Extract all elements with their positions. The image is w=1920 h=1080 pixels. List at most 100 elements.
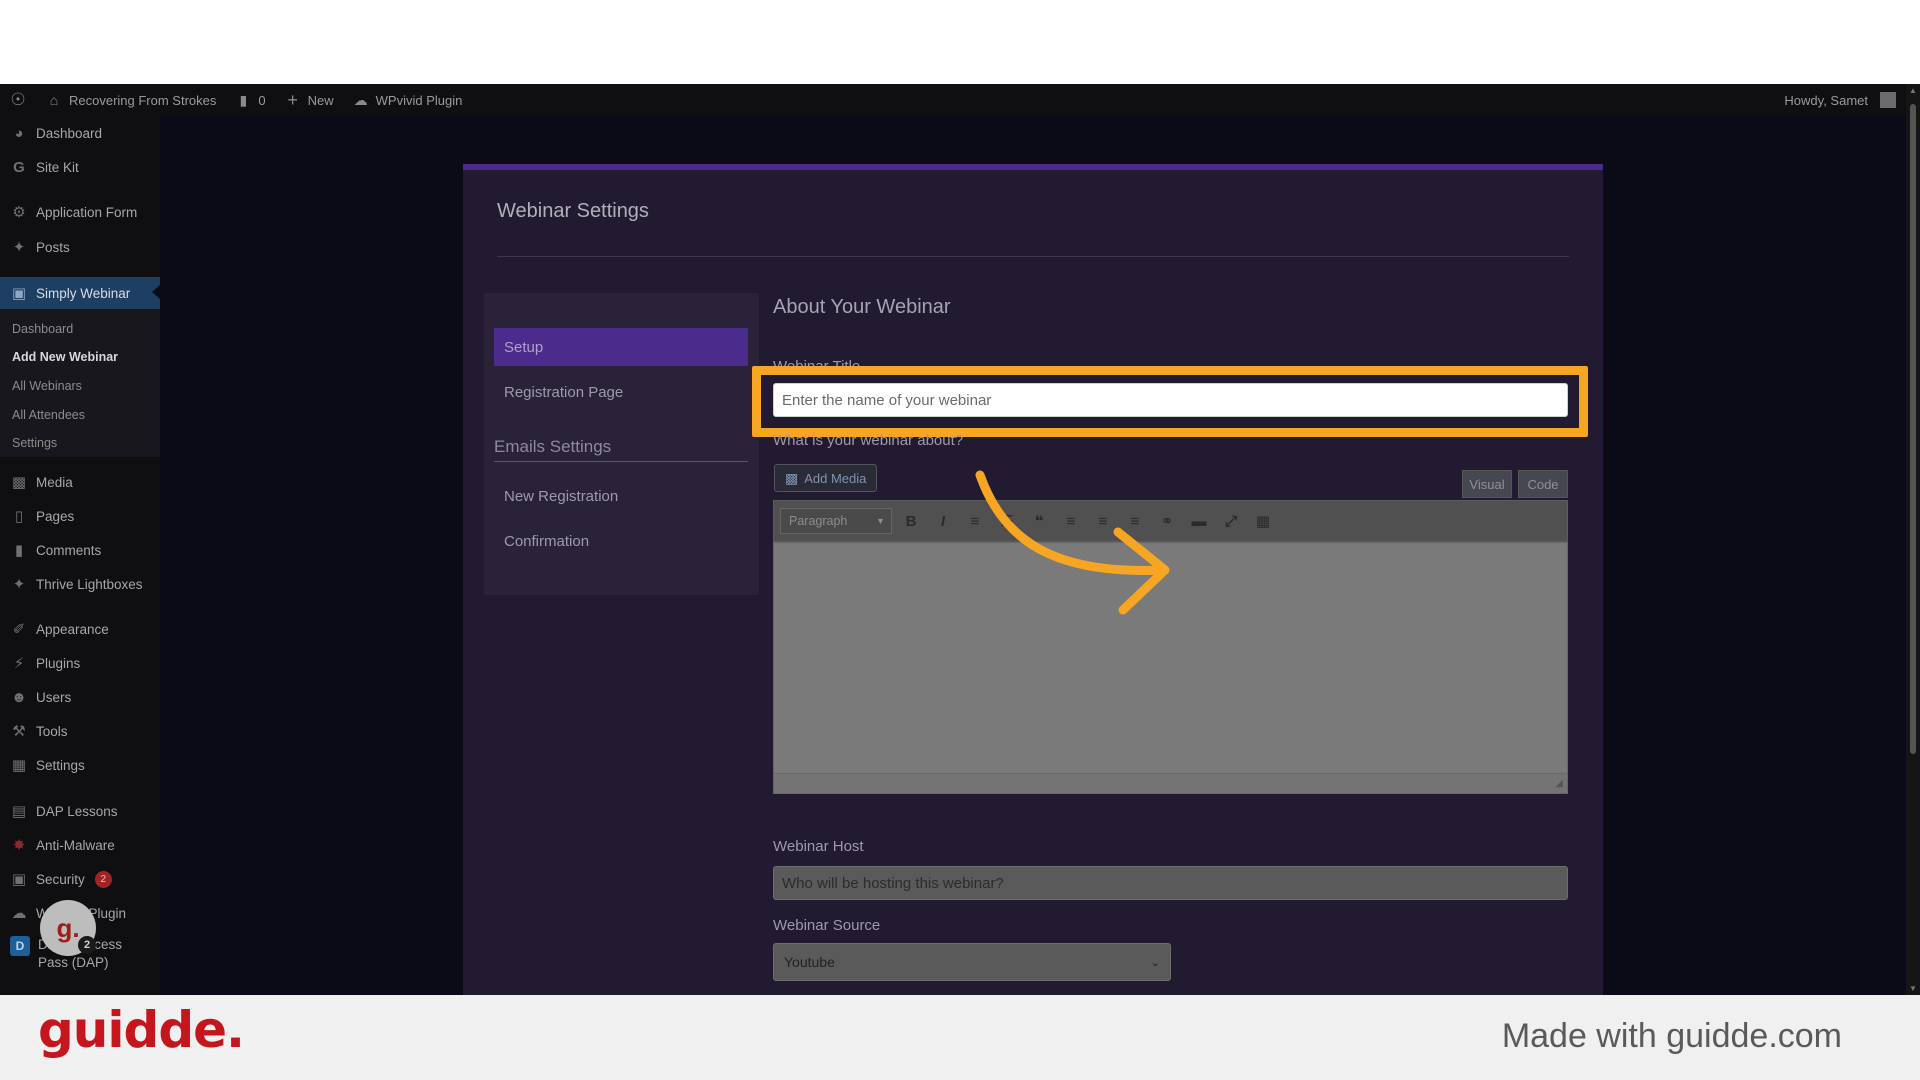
menu-site-kit[interactable]: G Site Kit	[0, 152, 160, 182]
wpvivid-label: WPvivid Plugin	[375, 92, 463, 108]
scroll-down-icon[interactable]: ▼	[1908, 984, 1918, 993]
panel-title: Webinar Settings	[497, 200, 649, 222]
submenu-all-webinars[interactable]: All Webinars	[12, 379, 82, 393]
menu-posts[interactable]: ✦ Posts	[0, 232, 160, 262]
webinar-icon: ▣	[11, 285, 27, 302]
toolbar-toggle-icon[interactable]: ▦	[1250, 508, 1276, 534]
menu-label: Appearance	[36, 621, 109, 637]
menu-label: Posts	[36, 239, 70, 255]
tab-code[interactable]: Code	[1518, 470, 1568, 498]
menu-appearance[interactable]: ✐ Appearance	[0, 614, 160, 644]
wp-logo-button[interactable]: ☉	[0, 84, 36, 116]
avatar-letter: g.	[56, 912, 80, 943]
italic-icon[interactable]: I	[930, 508, 956, 534]
menu-comments[interactable]: ▮ Comments	[0, 535, 160, 565]
menu-thrive-lightboxes[interactable]: ✦ Thrive Lightboxes	[0, 569, 160, 599]
menu-label: Simply Webinar	[36, 285, 131, 301]
align-left-icon[interactable]: ≡	[1058, 508, 1084, 534]
blockquote-icon[interactable]: ❝	[1026, 508, 1052, 534]
made-with-text: Made with guidde.com	[1501, 1017, 1842, 1055]
add-media-label: Add Media	[804, 470, 867, 486]
greeting-label: Howdy, Samet	[1784, 92, 1868, 108]
menu-security[interactable]: ▣ Security 2	[0, 864, 160, 894]
window-scrollbar[interactable]: ▲ ▼	[1906, 84, 1920, 995]
subnav-setup[interactable]: Setup	[494, 328, 748, 366]
align-center-icon[interactable]: ≡	[1090, 508, 1116, 534]
dashboard-icon: ◕	[14, 124, 24, 142]
editor-toolbar: Paragraph ▼ B I ≡ ☰ ❝ ≡ ≡ ≡ ⚭ ▬ ⤢ ▦	[773, 500, 1568, 542]
source-value: Youtube	[784, 954, 835, 970]
comment-icon: ▮	[14, 542, 24, 559]
menu-application-form[interactable]: ⚙ Application Form	[0, 197, 160, 227]
new-content-link[interactable]: + New	[275, 84, 343, 116]
avatar-count: 2	[78, 936, 96, 954]
webinar-title-input[interactable]	[773, 383, 1568, 417]
chevron-down-icon: ⌄	[1150, 956, 1160, 969]
wpvivid-link[interactable]: ☁ WPvivid Plugin	[343, 84, 472, 116]
submenu-all-attendees[interactable]: All Attendees	[12, 408, 85, 422]
bullet-list-icon[interactable]: ≡	[962, 508, 988, 534]
menu-label: Pages	[36, 508, 75, 524]
align-right-icon[interactable]: ≡	[1122, 508, 1148, 534]
wrench-icon: ⚒	[12, 723, 26, 740]
link-icon[interactable]: ⚭	[1154, 508, 1180, 534]
pages-icon: ▯	[14, 508, 24, 525]
admin-sidebar: ◕ Dashboard G Site Kit ⚙ Application For…	[0, 116, 160, 995]
plug-icon: ⚡	[13, 655, 25, 672]
scrollbar-thumb[interactable]	[1910, 104, 1916, 754]
content-editor[interactable]: ◢	[773, 542, 1568, 794]
media-icon: ▩	[11, 474, 27, 491]
guidde-footer: guidde. Made with guidde.com	[0, 995, 1920, 1080]
home-icon: ⌂	[49, 92, 59, 108]
wordpress-icon: ☉	[10, 90, 26, 109]
editor-statusbar	[774, 773, 1567, 793]
bold-icon[interactable]: B	[898, 508, 924, 534]
guidde-logo: guidde.	[38, 1001, 245, 1059]
menu-label: DAP Lessons	[36, 803, 118, 819]
numbered-list-icon[interactable]: ☰	[994, 508, 1020, 534]
submenu-settings[interactable]: Settings	[12, 436, 57, 450]
emails-settings-heading: Emails Settings	[494, 437, 748, 462]
menu-tools[interactable]: ⚒ Tools	[0, 716, 160, 746]
menu-anti-malware[interactable]: ✸ Anti-Malware	[0, 830, 160, 860]
paragraph-format-select[interactable]: Paragraph ▼	[780, 508, 892, 534]
add-media-button[interactable]: ▩ Add Media	[774, 464, 878, 492]
fullscreen-icon[interactable]: ⤢	[1218, 508, 1244, 534]
pin-icon: ✦	[12, 576, 26, 593]
submenu-dashboard[interactable]: Dashboard	[12, 322, 73, 336]
comments-link[interactable]: ▮ 0	[225, 84, 274, 116]
webinar-source-select[interactable]: Youtube ⌄	[773, 943, 1171, 981]
subnav-registration-page[interactable]: Registration Page	[494, 373, 748, 411]
menu-users[interactable]: ☻ Users	[0, 682, 160, 712]
menu-plugins[interactable]: ⚡ Plugins	[0, 648, 160, 678]
menu-label: Settings	[36, 757, 85, 773]
subnav-confirmation[interactable]: Confirmation	[494, 522, 748, 560]
new-label: New	[307, 92, 334, 108]
webinar-settings-panel: Webinar Settings Setup Registration Page…	[463, 164, 1603, 995]
site-name-link[interactable]: ⌂ Recovering From Strokes	[36, 84, 225, 116]
submenu-add-new-webinar[interactable]: Add New Webinar	[12, 350, 118, 364]
menu-label: Dashboard	[36, 125, 103, 141]
current-menu-arrow	[152, 285, 160, 299]
menu-dashboard[interactable]: ◕ Dashboard	[0, 118, 160, 148]
tab-visual[interactable]: Visual	[1462, 470, 1512, 498]
menu-label: Tools	[36, 723, 68, 739]
menu-media[interactable]: ▩ Media	[0, 467, 160, 497]
menu-label: Site Kit	[36, 159, 79, 175]
webinar-about-label: What is your webinar about?	[773, 432, 964, 449]
menu-pages[interactable]: ▯ Pages	[0, 501, 160, 531]
scroll-up-icon[interactable]: ▲	[1908, 86, 1918, 95]
menu-simply-webinar[interactable]: ▣ Simply Webinar	[0, 277, 160, 309]
webinar-host-input[interactable]	[773, 866, 1568, 900]
media-icon: ▩	[785, 469, 799, 486]
resize-handle-icon[interactable]: ◢	[1555, 778, 1563, 789]
site-name-label: Recovering From Strokes	[69, 92, 217, 108]
account-menu[interactable]: Howdy, Samet	[1775, 84, 1920, 116]
top-margin	[0, 0, 1920, 84]
read-more-icon[interactable]: ▬	[1186, 508, 1212, 534]
subnav-new-registration[interactable]: New Registration	[494, 477, 748, 515]
menu-settings[interactable]: ▦ Settings	[0, 750, 160, 780]
menu-dap-lessons[interactable]: ▤ DAP Lessons	[0, 796, 160, 826]
brush-icon: ✐	[12, 621, 26, 638]
settings-subnav: Setup Registration Page Emails Settings …	[484, 293, 759, 595]
